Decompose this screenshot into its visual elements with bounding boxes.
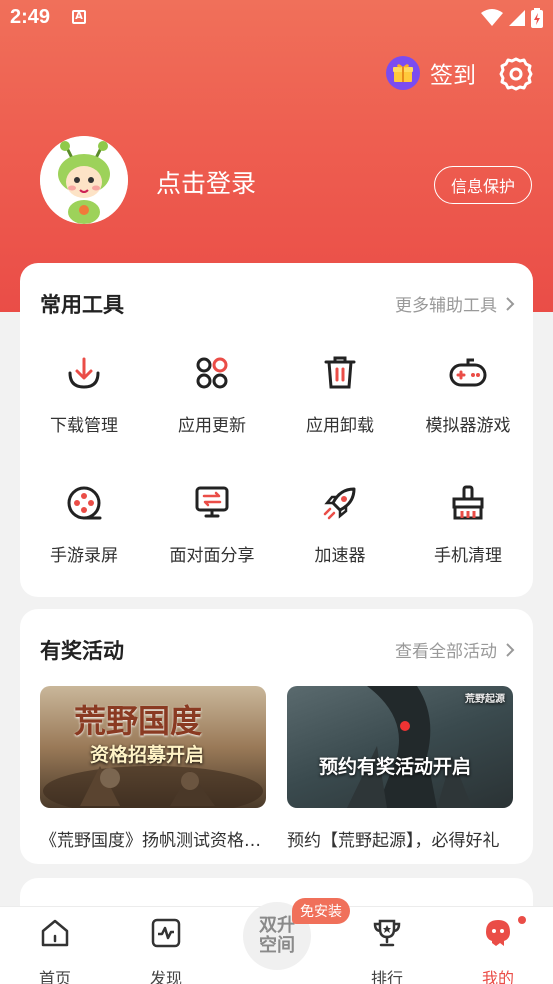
center-label-line1: 双升	[259, 915, 295, 936]
tool-accelerator[interactable]: 加速器	[276, 483, 404, 566]
record-icon	[67, 486, 102, 520]
status-bar: 2:49 A	[0, 0, 553, 36]
rocket-icon	[323, 487, 356, 520]
tool-face-share[interactable]: 面对面分享	[148, 483, 276, 566]
app-update-icon	[196, 357, 228, 389]
tool-label: 应用更新	[178, 416, 246, 436]
chevron-right-icon	[506, 642, 515, 657]
tools-title: 常用工具	[40, 293, 124, 317]
mascot-avatar-icon	[40, 136, 128, 224]
tool-label: 应用卸载	[306, 416, 374, 436]
mine-icon	[486, 920, 510, 946]
tool-app-uninstall[interactable]: 应用卸载	[276, 353, 404, 436]
no-install-badge: 免安装	[292, 898, 350, 924]
tool-download-manager[interactable]: 下载管理	[20, 353, 148, 436]
tool-label: 手游录屏	[50, 546, 118, 566]
more-tools-link[interactable]: 更多辅助工具	[395, 291, 515, 316]
activity-banner-image: 荒野起源 预约有奖活动开启	[287, 686, 513, 808]
tool-label: 模拟器游戏	[425, 416, 511, 436]
banner-title: 荒野国度	[74, 702, 203, 740]
common-tools-card: 常用工具 更多辅助工具 下载管理 应用更新 应用卸载 模拟器游戏 手游录屏 面对…	[20, 263, 533, 597]
tool-label: 手机清理	[434, 546, 502, 566]
chevron-right-icon	[506, 296, 515, 311]
signal-icon	[509, 10, 525, 26]
activity-caption: 预约【荒野起源】，必得好礼	[287, 831, 500, 851]
gift-icon	[386, 56, 420, 90]
events-title: 有奖活动	[40, 639, 124, 663]
tool-emulator-games[interactable]: 模拟器游戏	[404, 353, 532, 436]
status-time: 2:49	[10, 6, 51, 28]
tab-mine[interactable]: 我的	[458, 917, 538, 984]
tool-label: 下载管理	[50, 416, 118, 436]
info-protection-button[interactable]: 信息保护	[434, 166, 532, 204]
center-label-line2: 空间	[259, 935, 295, 956]
activity-caption: 《荒野国度》扬帆测试资格招募开启	[40, 831, 266, 851]
all-activities-link[interactable]: 查看全部活动	[395, 637, 515, 662]
tab-label: 发现	[149, 969, 182, 984]
download-icon	[68, 357, 100, 389]
tab-label: 排行	[370, 969, 403, 984]
broom-icon	[452, 485, 484, 520]
user-avatar[interactable]	[40, 136, 128, 224]
all-activities-label: 查看全部活动	[395, 642, 497, 662]
login-prompt[interactable]: 点击登录	[156, 164, 256, 200]
trophy-icon	[373, 919, 401, 947]
trash-icon	[324, 356, 356, 389]
tool-phone-clean[interactable]: 手机清理	[404, 483, 532, 566]
wifi-icon	[481, 9, 503, 26]
tab-ranking[interactable]: 排行	[347, 917, 427, 984]
home-icon	[41, 919, 69, 947]
tool-label: 面对面分享	[169, 546, 255, 566]
activity-item[interactable]: 荒野起源 预约有奖活动开启 预约【荒野起源】，必得好礼	[287, 686, 513, 851]
signin-button[interactable]: 签到	[386, 56, 476, 90]
settings-gear-icon[interactable]	[498, 56, 534, 92]
signin-label: 签到	[430, 63, 476, 89]
banner-title: 预约有奖活动开启	[319, 756, 472, 778]
activity-banner-image: 荒野国度 资格招募开启	[40, 686, 266, 808]
share-icon	[195, 486, 229, 518]
rewards-activities-card: 有奖活动 查看全部活动 荒野国度 资格招募开启 《荒野国度》扬帆测试资格招募开启	[20, 609, 533, 864]
tab-discover[interactable]: 发现	[126, 917, 206, 984]
battery-icon	[531, 8, 543, 28]
banner-logo: 荒野起源	[465, 694, 505, 705]
tab-home[interactable]: 首页	[15, 917, 95, 984]
status-icons	[481, 8, 543, 28]
notification-dot	[518, 916, 526, 924]
tool-app-update[interactable]: 应用更新	[148, 353, 276, 436]
discover-icon	[151, 918, 181, 948]
tab-label: 我的	[481, 969, 514, 984]
more-tools-label: 更多辅助工具	[395, 296, 497, 316]
gamepad-icon	[449, 358, 487, 387]
banner-subtitle: 资格招募开启	[90, 744, 205, 766]
tab-label: 首页	[38, 969, 71, 984]
activity-item[interactable]: 荒野国度 资格招募开启 《荒野国度》扬帆测试资格招募开启	[40, 686, 266, 851]
tool-label: 加速器	[314, 546, 366, 566]
tool-screen-record[interactable]: 手游录屏	[20, 483, 148, 566]
notification-icon: A	[72, 10, 86, 24]
